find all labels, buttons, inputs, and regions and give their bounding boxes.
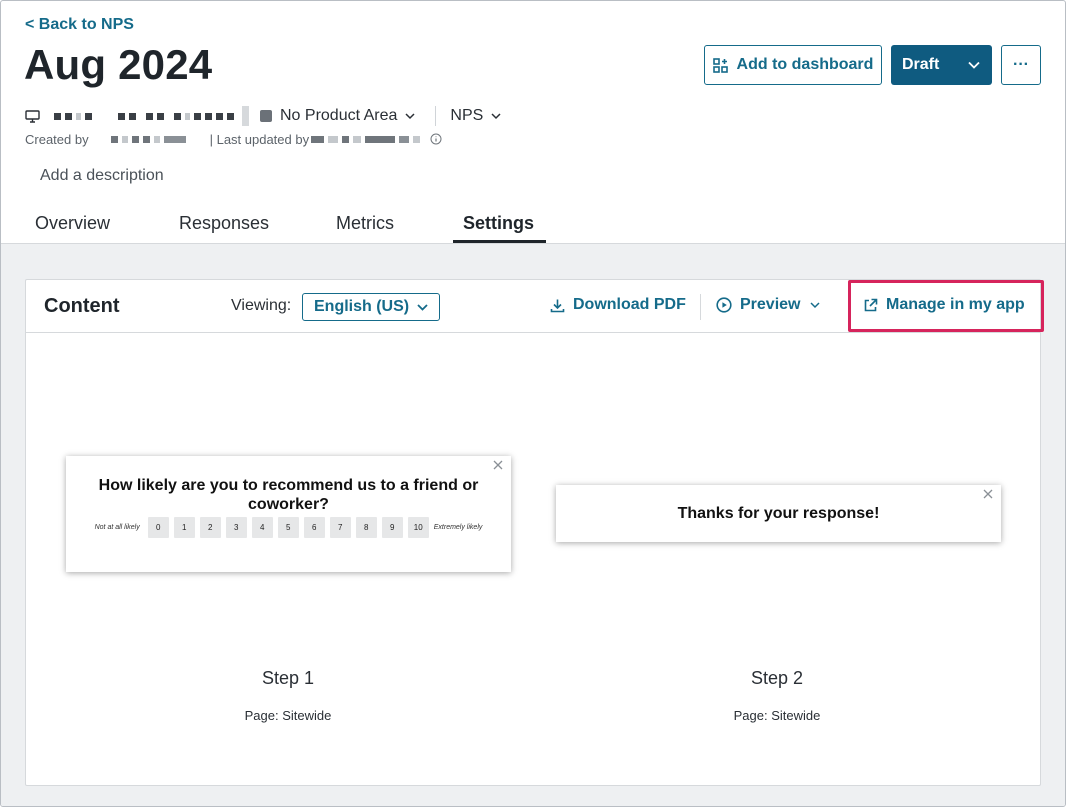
scale-high-label: Extremely likely bbox=[433, 524, 483, 531]
scale-option-10[interactable]: 10 bbox=[407, 517, 429, 538]
last-updated-label: | Last updated by bbox=[209, 131, 310, 147]
status-dropdown-button[interactable]: Draft bbox=[891, 45, 992, 85]
content-card: Content Viewing: English (US) Download P… bbox=[25, 279, 1044, 786]
tab-bar: Overview Responses Metrics Settings bbox=[1, 206, 1065, 244]
info-icon[interactable] bbox=[430, 133, 442, 145]
add-description-field[interactable]: Add a description bbox=[40, 167, 164, 185]
status-label: Draft bbox=[902, 56, 940, 73]
scale-option-6[interactable]: 6 bbox=[303, 517, 325, 538]
step-1-page: Page: Sitewide bbox=[244, 708, 332, 723]
play-circle-icon bbox=[716, 297, 732, 313]
preview-dropdown-button[interactable]: Preview bbox=[716, 296, 821, 314]
divider bbox=[435, 106, 437, 126]
download-icon bbox=[550, 298, 565, 313]
guide-type-dropdown[interactable]: NPS bbox=[450, 107, 501, 125]
dashboard-icon bbox=[712, 57, 728, 73]
chevron-down-icon bbox=[810, 301, 821, 309]
preview-label: Preview bbox=[740, 296, 801, 313]
nps-question: How likely are you to recommend us to a … bbox=[98, 477, 479, 513]
step-2-preview[interactable]: Thanks for your response! bbox=[556, 485, 1001, 542]
download-pdf-label: Download PDF bbox=[573, 296, 686, 313]
annotation-highlight-box bbox=[848, 280, 1044, 332]
tab-responses[interactable]: Responses bbox=[179, 213, 269, 234]
add-to-dashboard-label: Add to dashboard bbox=[736, 56, 874, 73]
active-tab-indicator bbox=[453, 240, 546, 243]
tab-overview[interactable]: Overview bbox=[35, 213, 110, 234]
language-select[interactable]: English (US) bbox=[302, 293, 440, 321]
scale-option-0[interactable]: 0 bbox=[147, 517, 169, 538]
created-updated-row: Created by | Last updated by bbox=[25, 130, 442, 148]
divider bbox=[242, 106, 249, 126]
redacted-app-name bbox=[54, 112, 238, 120]
redacted-creator bbox=[110, 135, 190, 143]
scale-option-9[interactable]: 9 bbox=[381, 517, 403, 538]
content-title: Content bbox=[44, 295, 120, 317]
guide-meta-row: No Product Area NPS bbox=[25, 105, 501, 127]
chevron-down-icon[interactable] bbox=[956, 61, 992, 69]
app-window: < Back to NPS Aug 2024 Add to dashboard … bbox=[0, 0, 1066, 807]
scale-option-5[interactable]: 5 bbox=[277, 517, 299, 538]
close-icon[interactable] bbox=[493, 460, 503, 470]
page-title: Aug 2024 bbox=[24, 41, 213, 88]
monitor-icon bbox=[25, 109, 40, 123]
scale-option-3[interactable]: 3 bbox=[225, 517, 247, 538]
scale-low-label: Not at all likely bbox=[94, 524, 140, 531]
content-card-header: Content Viewing: English (US) Download P… bbox=[26, 280, 1044, 333]
created-by-label: Created by bbox=[25, 131, 89, 147]
chevron-down-icon bbox=[491, 112, 501, 120]
product-area-swatch-icon bbox=[260, 110, 272, 122]
tab-metrics[interactable]: Metrics bbox=[336, 213, 394, 234]
chevron-down-icon bbox=[405, 112, 415, 120]
product-area-dropdown[interactable]: No Product Area bbox=[260, 107, 415, 125]
redacted-updater bbox=[311, 135, 424, 143]
viewing-label: Viewing: bbox=[231, 297, 292, 314]
scale-option-1[interactable]: 1 bbox=[173, 517, 195, 538]
tab-settings[interactable]: Settings bbox=[463, 213, 534, 234]
step-1-preview[interactable]: How likely are you to recommend us to a … bbox=[66, 456, 511, 572]
close-icon[interactable] bbox=[983, 489, 993, 499]
back-to-nps-link[interactable]: < Back to NPS bbox=[25, 16, 134, 34]
language-value: English (US) bbox=[314, 298, 410, 315]
scale-option-8[interactable]: 8 bbox=[355, 517, 377, 538]
scale-option-7[interactable]: 7 bbox=[329, 517, 351, 538]
chevron-down-icon bbox=[417, 303, 428, 311]
scale-option-4[interactable]: 4 bbox=[251, 517, 273, 538]
scale-option-2[interactable]: 2 bbox=[199, 517, 221, 538]
nps-scale: Not at all likely 0 1 2 3 4 5 6 7 8 9 10… bbox=[66, 517, 511, 538]
step-2-title: Step 2 bbox=[750, 668, 804, 688]
step-2-page: Page: Sitewide bbox=[733, 708, 821, 723]
guide-type-label: NPS bbox=[450, 107, 484, 124]
add-to-dashboard-button[interactable]: Add to dashboard bbox=[704, 45, 882, 85]
thank-you-message: Thanks for your response! bbox=[677, 505, 880, 522]
step-1-title: Step 1 bbox=[261, 668, 315, 688]
more-options-button[interactable]: ··· bbox=[1001, 45, 1041, 85]
product-area-label: No Product Area bbox=[280, 107, 398, 124]
download-pdf-button[interactable]: Download PDF bbox=[550, 296, 686, 314]
divider bbox=[700, 294, 701, 320]
